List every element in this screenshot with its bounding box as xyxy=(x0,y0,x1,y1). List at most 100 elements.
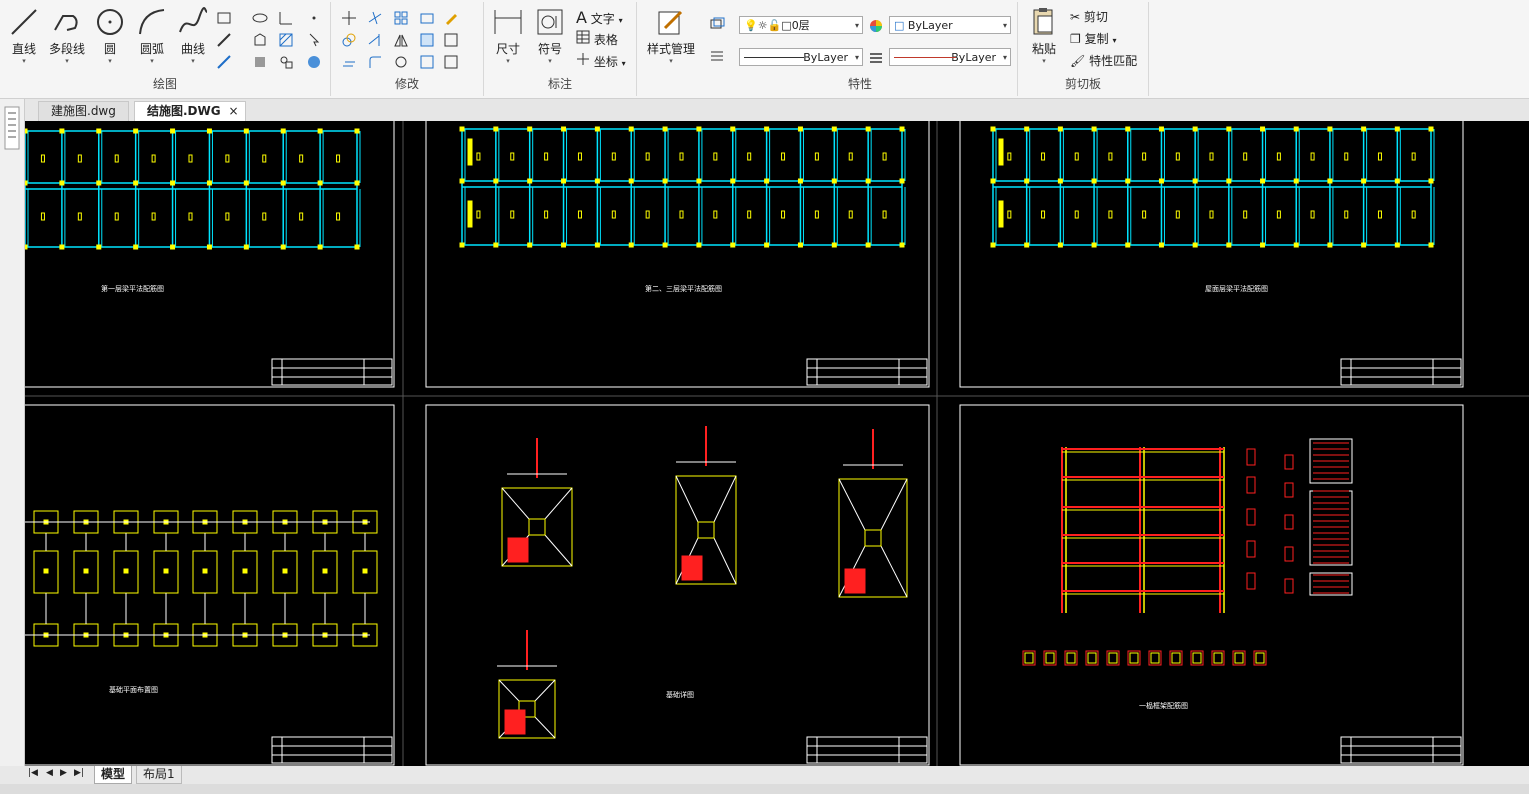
tab-model[interactable]: 模型 xyxy=(94,766,133,784)
color-wheel-icon[interactable] xyxy=(868,18,884,34)
move-icon[interactable] xyxy=(341,10,357,26)
rebar-detail xyxy=(504,709,526,735)
scale-icon[interactable] xyxy=(419,32,435,48)
dimension-button[interactable]: 尺寸 ▾ xyxy=(490,6,526,65)
tab-layout1[interactable]: 布局1 xyxy=(136,766,182,784)
color-dropdown[interactable]: □ ByLayer ▾ xyxy=(889,16,1011,34)
rebar-tag xyxy=(1007,152,1012,161)
title-block xyxy=(271,736,393,764)
prev-layout-icon[interactable]: ◀ xyxy=(46,768,53,778)
rebar-tag xyxy=(262,154,267,163)
wipeout-icon[interactable] xyxy=(252,54,268,70)
circle-button[interactable]: 圆 ▾ xyxy=(92,6,128,65)
coordinate-button[interactable]: 坐标 ▾ xyxy=(576,52,626,70)
pen-icon[interactable] xyxy=(216,32,232,48)
column-section xyxy=(1284,546,1294,562)
symbol-icon xyxy=(537,9,563,35)
lock-icon: 🔓 xyxy=(767,19,782,32)
column-mark xyxy=(1293,242,1299,248)
mirror-icon[interactable] xyxy=(393,32,409,48)
drawing-canvas[interactable]: 第一层梁平法配筋图 第二、三层梁平法配筋图 屋面层梁平法配筋图 基础平面布置图 … xyxy=(25,121,1529,766)
last-layout-icon[interactable]: ▶| xyxy=(74,768,84,778)
point-icon[interactable] xyxy=(306,10,322,26)
array-icon[interactable] xyxy=(393,10,409,26)
menu-lines-icon[interactable] xyxy=(709,48,725,64)
column-section xyxy=(864,529,882,547)
break-icon[interactable] xyxy=(419,54,435,70)
explode-icon[interactable] xyxy=(443,32,459,48)
stretch-icon[interactable] xyxy=(419,10,435,26)
curve-button[interactable]: 曲线 ▾ xyxy=(175,6,211,65)
next-layout-icon[interactable]: ▶ xyxy=(60,768,67,778)
rebar-tag xyxy=(77,212,82,221)
column-mark xyxy=(493,126,499,132)
tab-structure-drawing[interactable]: 结施图.DWG × xyxy=(134,101,246,121)
column-mark xyxy=(561,126,567,132)
column-mark xyxy=(354,180,360,186)
column-mark xyxy=(696,242,702,248)
linetype-dropdown[interactable]: ByLayer ▾ xyxy=(739,48,863,66)
arc-button[interactable]: 圆弧 ▾ xyxy=(134,6,170,65)
footing-diagonal xyxy=(544,487,573,520)
coordinate-label: 坐标 xyxy=(593,55,618,69)
rebar-tag xyxy=(1108,152,1113,161)
extend-icon[interactable] xyxy=(367,32,383,48)
line-label: 直线 xyxy=(11,42,36,56)
hatch-icon[interactable] xyxy=(278,32,294,48)
rebar-tag xyxy=(611,152,616,161)
close-icon[interactable]: × xyxy=(229,102,239,121)
column-mark xyxy=(865,126,871,132)
gradient-icon[interactable] xyxy=(306,54,322,70)
footing-diagonal xyxy=(675,475,699,523)
cad-drawing[interactable] xyxy=(25,121,1529,766)
rebar-tag xyxy=(611,210,616,219)
rectangle-icon[interactable] xyxy=(216,10,232,26)
style-manager-icon xyxy=(658,10,683,35)
table-button[interactable]: 表格 xyxy=(576,30,618,48)
text-button[interactable]: A 文字 ▾ xyxy=(576,8,623,27)
rebar-tag xyxy=(747,152,752,161)
region-icon[interactable] xyxy=(252,32,268,48)
cut-button[interactable]: ✂ 剪切 xyxy=(1070,8,1108,25)
tab-label: 结施图.DWG xyxy=(147,104,221,118)
first-layout-icon[interactable]: |◀ xyxy=(28,768,38,778)
section-mark xyxy=(998,138,1004,166)
cursor-icon[interactable] xyxy=(306,32,322,48)
column-mark xyxy=(206,128,212,134)
edit-icon[interactable] xyxy=(443,54,459,70)
column-mark xyxy=(243,128,249,134)
layer-dropdown[interactable]: 💡☼🔓□0层 ▾ xyxy=(739,16,863,34)
block-icon[interactable] xyxy=(278,54,294,70)
sheet-caption: 基础详图 xyxy=(666,691,694,699)
column-mark xyxy=(459,126,465,132)
fillet-icon[interactable] xyxy=(367,54,383,70)
style-manager-button[interactable]: 样式管理 ▾ xyxy=(643,6,699,65)
chevron-down-icon: ▾ xyxy=(1002,21,1007,30)
sheet-caption: 一榀框架配筋图 xyxy=(1139,702,1188,710)
match-properties-button[interactable]: 🖌 特性匹配 xyxy=(1070,52,1137,69)
angle-icon[interactable] xyxy=(278,10,294,26)
paste-button[interactable]: 粘贴 ▾ xyxy=(1026,6,1062,65)
lineweight-dropdown[interactable]: ByLayer ▾ xyxy=(889,48,1011,66)
offset-icon[interactable] xyxy=(341,54,357,70)
trim-icon[interactable] xyxy=(367,10,383,26)
chevron-down-icon: ▾ xyxy=(854,21,859,30)
xline-icon[interactable] xyxy=(216,54,232,70)
polyline-button[interactable]: 多段线 ▾ xyxy=(46,6,88,65)
rotate-icon[interactable] xyxy=(393,54,409,70)
ellipse-icon[interactable] xyxy=(252,10,268,26)
rebar-tag xyxy=(645,210,650,219)
palette-icon[interactable] xyxy=(2,105,22,151)
rebar-tag xyxy=(40,212,45,221)
tab-architecture-drawing[interactable]: 建施图.dwg xyxy=(38,101,129,121)
column-mark xyxy=(1192,242,1198,248)
column-mark xyxy=(527,178,533,184)
erase-icon[interactable] xyxy=(443,10,459,26)
copy-object-icon[interactable] xyxy=(341,32,357,48)
line-button[interactable]: 直线 ▾ xyxy=(6,6,42,65)
layer-manager-icon[interactable] xyxy=(709,16,725,32)
column-mark xyxy=(764,242,770,248)
copy-button[interactable]: ❐ 复制 ▾ xyxy=(1070,30,1116,47)
symbol-button[interactable]: 符号 ▾ xyxy=(532,6,568,65)
lineweight-icon[interactable] xyxy=(868,50,884,66)
